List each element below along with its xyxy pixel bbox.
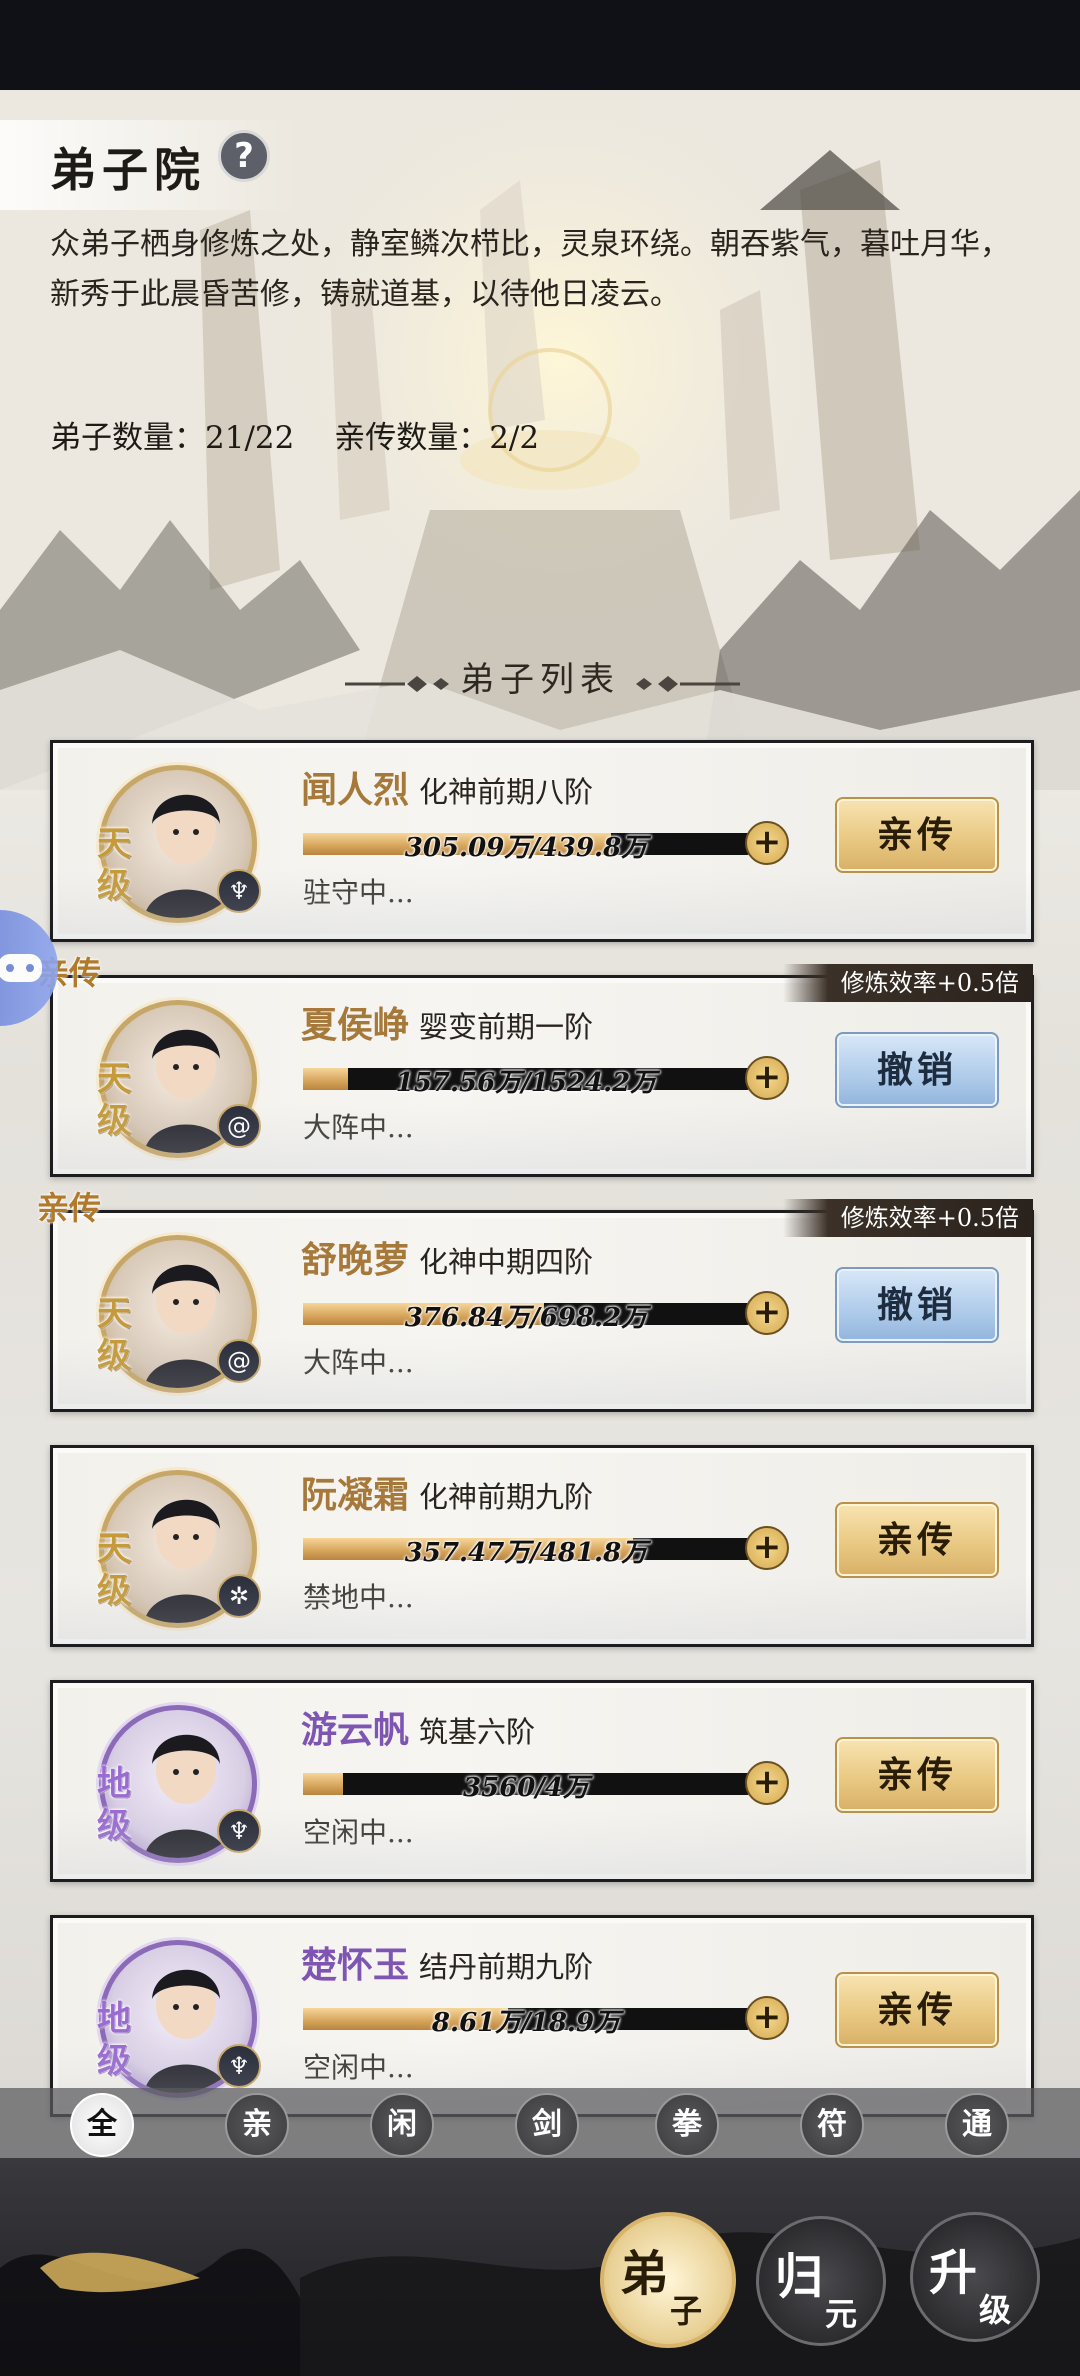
add-exp-plus-icon[interactable]: + (745, 1056, 789, 1100)
cultivation-realm: 化神前期九阶 (419, 1480, 594, 1514)
help-icon[interactable]: ? (218, 130, 270, 182)
make-direct-button[interactable]: 亲传 (835, 1972, 999, 2048)
exp-progress-bar: 376.84万/698.2万 (303, 1303, 749, 1333)
filter-tab[interactable]: 拳 (655, 2093, 719, 2157)
hall-description: 众弟子栖身修炼之处，静室鳞次栉比，灵泉环绕。朝吞紫气，暮吐月华，新秀于此晨昏苦修… (50, 227, 1010, 312)
disciple-card[interactable]: 亲传 修炼效率+0.5倍 天级 @ 舒晚萝 化神中期四阶 376.84万/698.… (37, 1189, 1034, 1412)
add-exp-plus-icon[interactable]: + (745, 1291, 789, 1335)
guiyuan-nav-label-2: 元 (825, 2295, 858, 2333)
disciple-name-line: 舒晚萝 化神中期四阶 (301, 1231, 593, 1283)
disciple-name-line: 游云帆 筑基六阶 (301, 1701, 535, 1753)
exp-progress-text: 305.09万/439.8万 (404, 833, 648, 863)
exp-progress-text: 357.47万/481.8万 (404, 1538, 648, 1568)
status-bar (0, 0, 1080, 90)
upgrade-nav-label-1: 升 (929, 2245, 978, 2301)
disciple-hall-panel: 弟子院 ? 众弟子栖身修炼之处，静室鳞次栉比，灵泉环绕。朝吞紫气，暮吐月华，新秀… (0, 90, 1080, 2286)
disciple-status: 空闲中... (303, 2051, 414, 2084)
filter-tab[interactable]: 剑 (515, 2093, 579, 2157)
grade-label: 天级 (97, 1059, 131, 1141)
cultivation-realm: 婴变前期一阶 (419, 1010, 594, 1044)
list-title-right-ornament-icon (636, 676, 740, 692)
disciple-status: 大阵中... (303, 1346, 414, 1379)
grade-label: 天级 (97, 824, 131, 906)
direct-disciple-tag: 亲传 (37, 1189, 102, 1227)
make-direct-button[interactable]: 亲传 (835, 797, 999, 873)
gamepad-floating-button[interactable] (0, 910, 58, 1026)
disciple-name-line: 阮凝霜 化神前期九阶 (301, 1466, 593, 1518)
sword-icon: ♆ (217, 1809, 261, 1853)
gamepad-icon (0, 954, 42, 982)
guiyuan-nav-label-1: 归 (775, 2249, 824, 2305)
disciple-card[interactable]: 天级 ✲ 阮凝霜 化神前期九阶 357.47万/481.8万 + 禁地中... 亲… (50, 1445, 1034, 1647)
add-exp-plus-icon[interactable]: + (745, 1526, 789, 1570)
disciple-card[interactable]: 地级 ♆ 游云帆 筑基六阶 3560/4万 + 空闲中... 亲传 (50, 1680, 1034, 1882)
cultivation-realm: 结丹前期九阶 (419, 1950, 594, 1984)
disciple-name-line: 夏侯峥 婴变前期一阶 (301, 996, 593, 1048)
exp-progress-bar: 357.47万/481.8万 (303, 1538, 749, 1568)
disciple-card[interactable]: 地级 ♆ 楚怀玉 结丹前期九阶 8.61万/18.9万 + 空闲中... 亲传 (50, 1915, 1034, 2117)
filter-tab[interactable]: 通 (945, 2093, 1009, 2157)
disciple-name: 楚怀玉 (301, 1944, 410, 1986)
cultivation-bonus-badge: 修炼效率+0.5倍 (783, 964, 1033, 1002)
spiral-icon: @ (217, 1104, 261, 1148)
disciple-status: 驻守中... (303, 876, 414, 909)
page-title: 弟子院 (50, 143, 206, 197)
disciple-status: 大阵中... (303, 1111, 414, 1144)
filter-tab[interactable]: 符 (800, 2093, 864, 2157)
exp-progress-bar: 8.61万/18.9万 (303, 2008, 749, 2038)
disciple-name: 舒晚萝 (301, 1239, 410, 1281)
add-exp-plus-icon[interactable]: + (745, 1996, 789, 2040)
exp-progress-text: 8.61万/18.9万 (431, 2008, 621, 2038)
filter-tab[interactable]: 全 (70, 2093, 134, 2157)
counts-row: 弟子数量：21/22 亲传数量：2/2 (50, 412, 569, 457)
disciple-name-line: 闻人烈 化神前期八阶 (301, 761, 593, 813)
disciple-nav-label-2: 子 (670, 2292, 703, 2330)
disciple-nav-button[interactable]: 弟 子 (600, 2212, 736, 2348)
ink-wave-decoration (0, 2248, 300, 2376)
disciple-status: 禁地中... (303, 1581, 414, 1614)
sword-icon: ♆ (217, 869, 261, 913)
add-exp-plus-icon[interactable]: + (745, 821, 789, 865)
cultivation-realm: 筑基六阶 (419, 1715, 536, 1749)
filter-tab[interactable]: 闲 (370, 2093, 434, 2157)
disciple-name: 闻人烈 (301, 769, 410, 811)
cultivation-realm: 化神中期四阶 (419, 1245, 594, 1279)
disciple-name: 夏侯峥 (301, 1004, 410, 1046)
exp-progress-text: 376.84万/698.2万 (404, 1303, 648, 1333)
exp-progress-bar: 3560/4万 (303, 1773, 749, 1803)
disciple-nav-label-1: 弟 (620, 2246, 669, 2302)
disciple-card[interactable]: 亲传 修炼效率+0.5倍 天级 @ 夏侯峥 婴变前期一阶 157.56万/1524… (37, 954, 1034, 1177)
exp-progress-bar: 305.09万/439.8万 (303, 833, 749, 863)
grade-label: 地级 (97, 1999, 131, 2081)
disciple-name-line: 楚怀玉 结丹前期九阶 (301, 1936, 593, 1988)
guiyuan-nav-button[interactable]: 归 元 (756, 2216, 886, 2346)
disciple-status: 空闲中... (303, 1816, 414, 1849)
upgrade-nav-button[interactable]: 升 级 (910, 2212, 1040, 2342)
filter-tab[interactable]: 亲 (225, 2093, 289, 2157)
grade-label: 地级 (97, 1764, 131, 1846)
upgrade-nav-label-2: 级 (979, 2291, 1012, 2329)
cultivation-realm: 化神前期八阶 (419, 775, 594, 809)
direct-disciple-count: 亲传数量：2/2 (334, 420, 540, 456)
swirl-icon: ✲ (217, 1574, 261, 1618)
disciple-name: 阮凝霜 (301, 1474, 410, 1516)
grade-label: 天级 (97, 1294, 131, 1376)
make-direct-button[interactable]: 亲传 (835, 1502, 999, 1578)
exp-progress-bar: 157.56万/1524.2万 (303, 1068, 749, 1098)
grade-label: 天级 (97, 1529, 131, 1611)
disciple-name: 游云帆 (301, 1709, 410, 1751)
disciple-card[interactable]: 天级 ♆ 闻人烈 化神前期八阶 305.09万/439.8万 + 驻守中... 亲… (50, 740, 1034, 942)
make-direct-button[interactable]: 亲传 (835, 1737, 999, 1813)
revoke-button[interactable]: 撤销 (835, 1267, 999, 1343)
spiral-icon: @ (217, 1339, 261, 1383)
cultivation-bonus-badge: 修炼效率+0.5倍 (783, 1199, 1033, 1237)
exp-progress-text: 3560/4万 (463, 1773, 589, 1803)
add-exp-plus-icon[interactable]: + (745, 1761, 789, 1805)
filter-bar: 全亲闲剑拳符通 (0, 2088, 1080, 2158)
disciple-count: 弟子数量：21/22 (50, 420, 295, 456)
sword-icon: ♆ (217, 2044, 261, 2088)
revoke-button[interactable]: 撤销 (835, 1032, 999, 1108)
exp-progress-text: 157.56万/1524.2万 (395, 1068, 657, 1098)
